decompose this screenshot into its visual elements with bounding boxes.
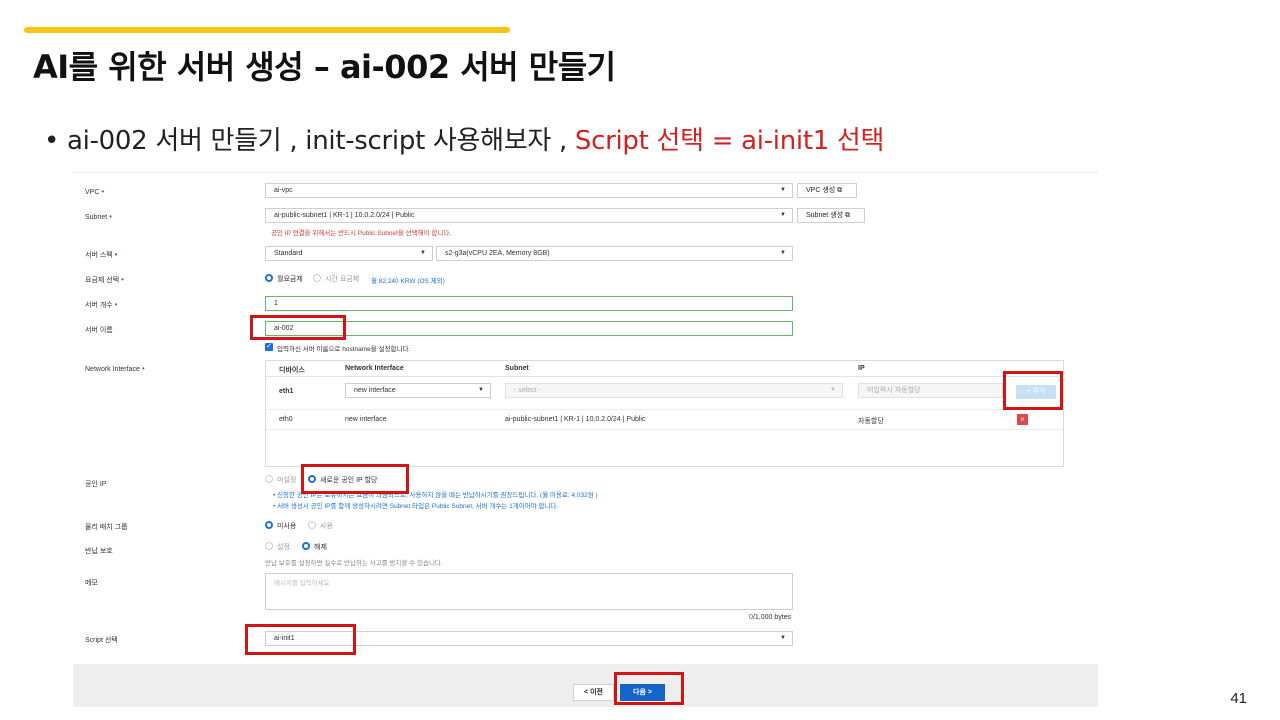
server-type-select[interactable]: Standard [265,246,433,261]
new-row-ip-input[interactable]: 미입력시 자동할당 [858,383,1003,398]
hostname-checkbox-label: 입력하신 서버 이름으로 hostname을 설정합니다. [277,346,411,353]
placement-unused-radio[interactable]: 미사용 [265,521,296,532]
subnet-label: Subnet • [85,212,112,221]
public-ip-note-2: • 서버 생성시 공인 IP를 함께 생성하시려면 Subnet 타입은 Pub… [273,503,559,510]
server-spec-select[interactable]: s2-g3a(vCPU 2EA, Memory 8GB) [436,246,793,261]
bullet-highlight: Script 선택 = ai-init1 선택 [574,126,885,156]
server-spec-label: 서버 스펙 • [85,250,118,259]
title-accent-bar [24,27,510,33]
row-divider [266,429,1063,430]
vpc-create-button[interactable]: VPC 생성 ⧉ [797,183,857,198]
return-protection-off-radio[interactable]: 해제 [302,542,327,553]
billing-hourly-radio[interactable]: 시간 요금제 [313,274,359,285]
highlight-add-button [1003,371,1063,410]
memo-byte-counter: 0/1,000 bytes [749,614,792,621]
bullet-line: • ai-002 서버 만들기 , init-script 사용해보자 , Sc… [44,120,884,157]
table-row-interface: new interface [345,416,387,423]
header-ip: IP [858,365,865,372]
new-row-device: eth1 [279,388,294,395]
external-link-icon: ⧉ [844,212,850,219]
network-interface-table: 디바이스 Network Interface Subnet IP eth1 ne… [265,360,1064,467]
public-ip-label: 공인 IP [85,481,107,488]
table-row-device: eth0 [279,416,293,423]
table-row-subnet: ai-public-subnet1 | KR-1 | 10.0.2.0/24 |… [505,416,646,423]
subnet-hint: 공인 IP 연결을 위해서는 반드시 Public Subnet을 선택해야 합… [271,230,452,237]
new-row-interface-select[interactable]: new interface [345,383,491,398]
network-interface-label: Network Interface • [85,364,145,373]
row-divider [266,409,1063,410]
header-device: 디바이스 [279,367,305,374]
subnet-select[interactable]: ai-public-subnet1 | KR-1 | 10.0.2.0/24 |… [265,208,793,223]
highlight-public-ip-option [301,464,409,494]
memo-textarea[interactable]: 메시지를 입력하세요 [265,573,793,610]
billing-label: 요금제 선택 • [85,275,124,284]
new-row-subnet-select[interactable]: - select - [505,383,843,398]
memo-label: 메모 [85,580,98,587]
page-number: 41 [1230,690,1247,707]
vpc-label: VPC • [85,187,105,196]
script-label: Script 선택 [85,637,118,644]
server-count-input[interactable]: 1 [265,296,793,311]
return-protection-label: 반납 보호 [85,548,113,555]
return-protection-on-radio[interactable]: 설정 [265,542,290,553]
return-protection-hint: 반납 보호를 설정하면 실수로 반납하는 사고를 방지할 수 있습니다. [265,560,443,567]
placement-group-label: 물리 배치 그룹 [85,524,128,531]
header-subnet: Subnet [505,365,529,372]
highlight-server-name [250,315,346,340]
header-interface: Network Interface [345,365,404,372]
highlight-next-button [614,672,684,705]
table-row-ip: 자동할당 [858,418,884,425]
hostname-checkbox[interactable]: ✓ [265,343,273,351]
subnet-create-button[interactable]: Subnet 생성 ⧉ [797,208,865,223]
table-header: 디바이스 Network Interface Subnet IP [266,361,1063,377]
placement-used-radio[interactable]: 사용 [308,521,333,532]
prev-button[interactable]: < 이전 [573,684,614,701]
public-ip-none-radio[interactable]: 미설정 [265,475,296,486]
vpc-select[interactable]: ai-vpc [265,183,793,198]
delete-interface-button[interactable]: × [1017,414,1028,425]
server-name-label: 서버 이름 [85,327,113,334]
billing-monthly-radio[interactable]: 월요금제 [265,274,303,285]
server-creation-form-screenshot: VPC • ai-vpc VPC 생성 ⧉ Subnet • ai-public… [73,172,1098,707]
slide-title: AI를 위한 서버 생성 – ai-002 서버 만들기 [33,48,616,86]
bullet-text: ai-002 서버 만들기 , init-script 사용해보자 , [67,126,575,156]
bullet-marker: • [44,126,60,156]
highlight-script-select [245,624,356,655]
server-count-label: 서버 개수 • [85,300,118,309]
external-link-icon: ⧉ [837,187,843,194]
billing-price: 월 82,240 KRW (OS 제외) [371,278,445,285]
